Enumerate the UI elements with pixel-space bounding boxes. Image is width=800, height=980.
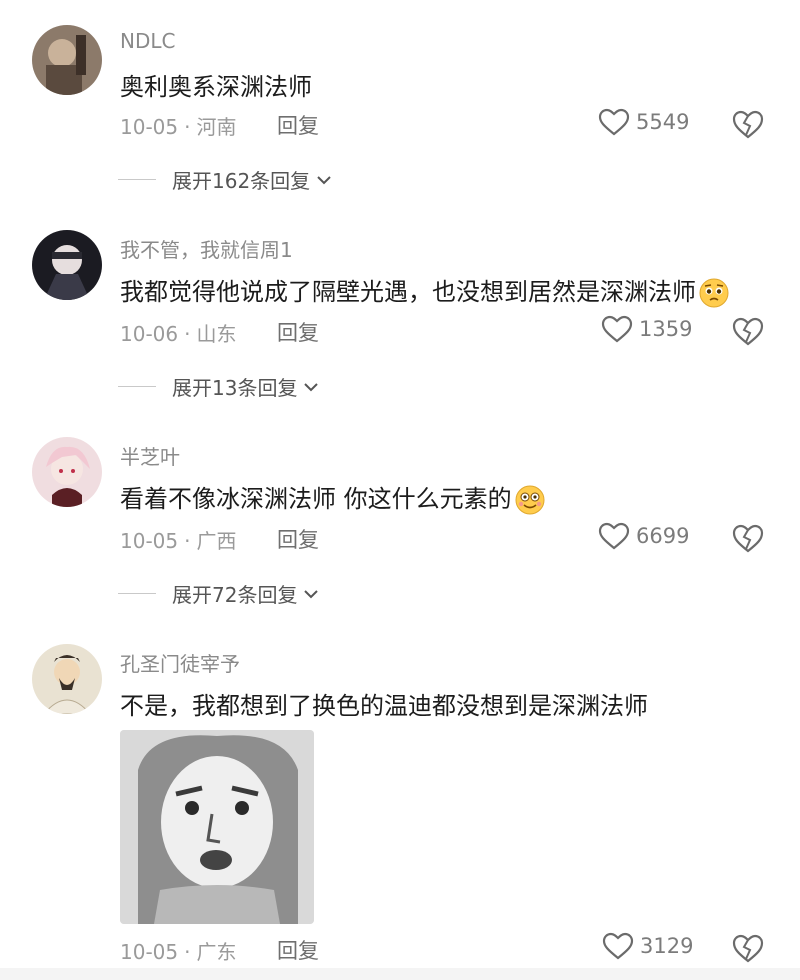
- heart-outline-icon: [598, 108, 630, 136]
- meta-separator: ·: [184, 322, 191, 346]
- like-button[interactable]: 1359: [601, 315, 692, 343]
- broken-heart-icon[interactable]: [731, 316, 765, 346]
- comment-text: 我都觉得他说成了隔壁光遇，也没想到居然是深渊法师: [120, 272, 730, 309]
- chevron-down-icon: [304, 589, 319, 598]
- comment-image[interactable]: [120, 730, 314, 924]
- meta-separator: ·: [184, 940, 191, 964]
- broken-heart-icon[interactable]: [731, 523, 765, 553]
- meta-separator: ·: [184, 529, 191, 553]
- like-button[interactable]: 6699: [598, 522, 689, 550]
- expand-replies-label: 展开13条回复: [172, 376, 298, 400]
- meta-separator: ·: [184, 115, 191, 139]
- username[interactable]: 孔圣门徒宰予: [120, 648, 240, 677]
- like-button[interactable]: 5549: [598, 108, 689, 136]
- bottom-divider: [0, 968, 800, 980]
- comment-location: 广东: [196, 940, 237, 964]
- broken-heart-icon[interactable]: [731, 933, 765, 963]
- comment-meta: 10-05 · 河南: [120, 111, 236, 140]
- divider: [118, 179, 156, 180]
- username[interactable]: 我不管，我就信周1: [120, 234, 293, 263]
- chevron-down-icon: [304, 382, 319, 391]
- like-count: 5549: [636, 110, 690, 134]
- like-count: 6699: [636, 524, 690, 548]
- chevron-down-icon: [317, 175, 331, 184]
- comment-location: 山东: [196, 322, 237, 346]
- like-count: 3129: [640, 934, 694, 958]
- reply-button[interactable]: 回复: [277, 524, 319, 554]
- pleading-face-icon: [699, 278, 729, 308]
- username[interactable]: 半芝叶: [120, 441, 180, 470]
- expand-replies-label: 展开72条回复: [172, 583, 298, 607]
- comment-meta: 10-05 · 广东: [120, 936, 236, 965]
- comment-text: 奥利奥系深渊法师: [120, 73, 312, 101]
- username[interactable]: NDLC: [120, 29, 175, 53]
- comment-text-body: 我都觉得他说成了隔壁光遇，也没想到居然是深渊法师: [120, 278, 696, 306]
- expand-replies[interactable]: 展开162条回复: [118, 165, 332, 194]
- divider: [118, 386, 156, 387]
- flushed-smile-face-icon: [515, 485, 545, 515]
- like-count: 1359: [639, 317, 693, 341]
- comment-text: 不是，我都想到了换色的温迪都没想到是深渊法师: [120, 692, 648, 720]
- reply-button[interactable]: 回复: [277, 935, 319, 965]
- comment-location: 广西: [196, 529, 237, 553]
- reply-button[interactable]: 回复: [277, 110, 319, 140]
- comment-text-body: 看着不像冰深渊法师 你这什么元素的: [120, 485, 512, 513]
- comment-date: 10-05: [120, 940, 179, 964]
- broken-heart-icon[interactable]: [731, 109, 765, 139]
- reply-button[interactable]: 回复: [277, 317, 319, 347]
- expand-replies[interactable]: 展开13条回复: [118, 372, 319, 401]
- divider: [118, 593, 156, 594]
- heart-outline-icon: [602, 932, 634, 960]
- heart-outline-icon: [601, 315, 633, 343]
- like-button[interactable]: 3129: [602, 932, 693, 960]
- comment-meta: 10-06 · 山东: [120, 318, 236, 347]
- avatar[interactable]: [32, 25, 102, 95]
- heart-outline-icon: [598, 522, 630, 550]
- expand-replies-label: 展开162条回复: [172, 169, 311, 193]
- comment-date: 10-05: [120, 529, 179, 553]
- comment-date: 10-05: [120, 115, 179, 139]
- meme-face-image: [120, 730, 314, 924]
- avatar[interactable]: [32, 230, 102, 300]
- avatar[interactable]: [32, 644, 102, 714]
- comment-meta: 10-05 · 广西: [120, 525, 236, 554]
- comment-text: 看着不像冰深渊法师 你这什么元素的: [120, 479, 546, 516]
- comment-location: 河南: [196, 115, 237, 139]
- avatar[interactable]: [32, 437, 102, 507]
- expand-replies[interactable]: 展开72条回复: [118, 579, 319, 608]
- comment-date: 10-06: [120, 322, 179, 346]
